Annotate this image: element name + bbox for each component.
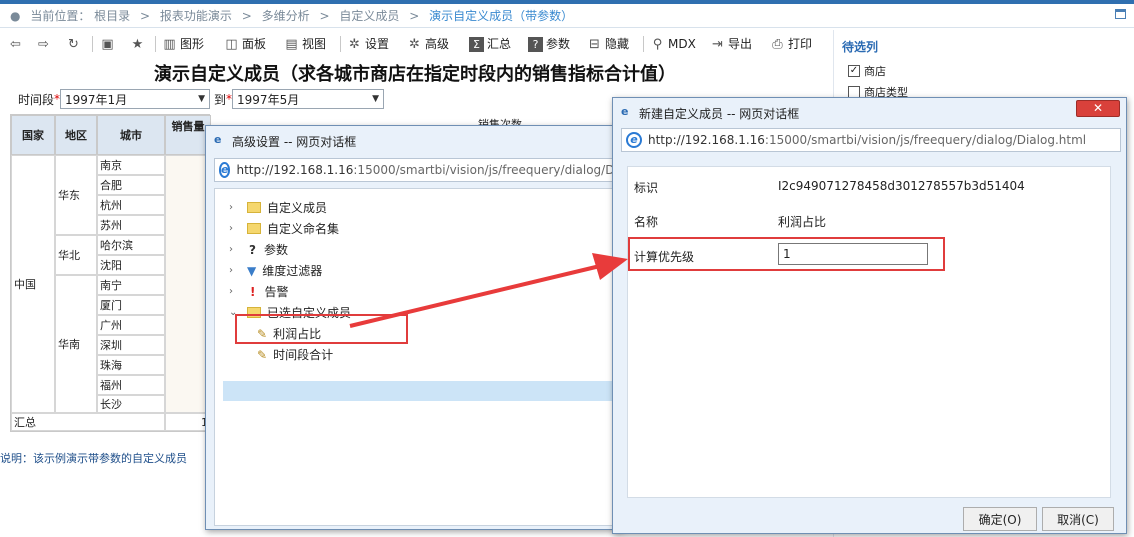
arrow-head: [592, 253, 628, 280]
arrow-line: [349, 264, 601, 328]
annotation-arrow: [349, 253, 628, 328]
